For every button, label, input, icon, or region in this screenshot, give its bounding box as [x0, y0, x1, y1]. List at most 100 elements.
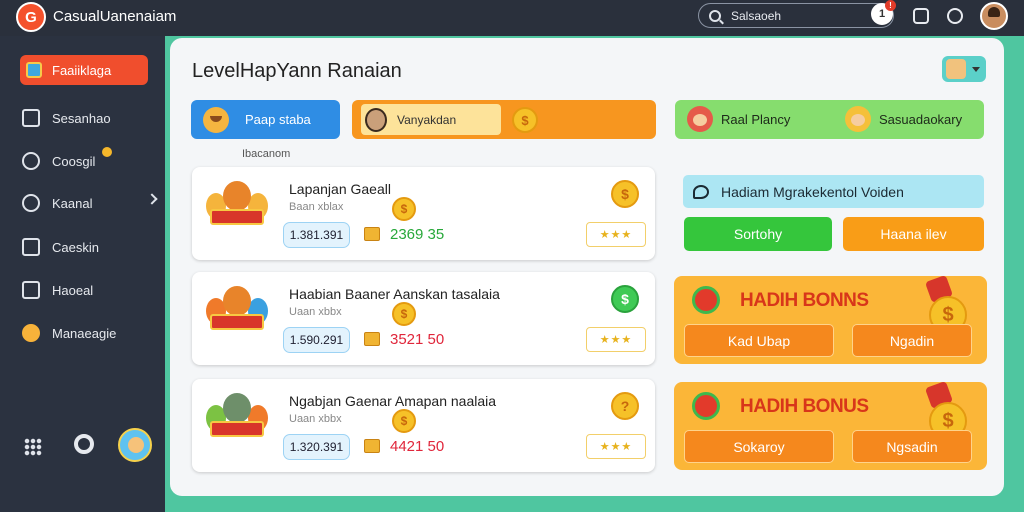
bonus-card[interactable]: HADIH BONUS $ Sokaroy Ngsadin: [674, 380, 987, 470]
coin-button[interactable]: $: [611, 285, 639, 313]
mascot-badge-icon: [206, 389, 268, 459]
sidebar-item-kaanal[interactable]: Kaanal: [22, 191, 162, 215]
bonus-next-button[interactable]: Ngadin: [852, 324, 972, 357]
new-badge: [102, 147, 112, 157]
card-value: 1.381.391: [283, 222, 350, 248]
coin-icon: $: [392, 409, 416, 433]
bonus-title: HADIH BONNS: [740, 290, 869, 311]
card-title: Ngabjan Gaenar Amapan naalaia: [289, 393, 497, 409]
player-name: Vanyakdan: [397, 112, 457, 127]
notification-badge: !: [885, 0, 896, 11]
friend-label: Raal Plancy: [721, 111, 791, 127]
sidebar-item-sesanhao[interactable]: Sesanhao: [22, 106, 162, 130]
edit-icon: [22, 238, 40, 256]
sort-button[interactable]: Sortohy: [684, 217, 832, 251]
coin-button[interactable]: $: [611, 180, 639, 208]
book-icon: [22, 109, 40, 127]
game-card[interactable]: Haabian Baaner Aanskan tasalaia Uaan xbb…: [192, 272, 655, 365]
game-card[interactable]: Lapanjan Gaeall Baan xblax 1.381.391 $ 2…: [192, 167, 655, 260]
sidebar-item-label: Faaiiklaga: [52, 62, 112, 78]
game-card[interactable]: Ngabjan Gaenar Amapan naalaia Uaan xbbx …: [192, 379, 655, 472]
sidebar-item-label: Haoeal: [52, 282, 94, 298]
star-rating: ★★★: [586, 434, 646, 459]
sidebar-item-manaeagie[interactable]: Manaeagie: [22, 321, 162, 345]
mascot-badge-icon: [206, 177, 268, 247]
account-dropdown[interactable]: [942, 56, 986, 82]
chest-icon: [364, 439, 380, 453]
help-coin-button[interactable]: ?: [611, 392, 639, 420]
friends-bar[interactable]: Raal Plancy Sasuadaokary: [675, 100, 984, 139]
chest-icon: [364, 332, 380, 346]
help-icon[interactable]: [947, 8, 963, 24]
sidebar-item-label: Coosgil: [52, 153, 96, 169]
notice-banner[interactable]: Hadiam Mgrakekentol Voiden: [683, 175, 984, 208]
bonus-next-button[interactable]: Ngsadin: [852, 430, 972, 463]
sidebar-item-label: Caeskin: [52, 239, 99, 255]
section-label: Ibacanom: [242, 148, 291, 160]
search-input[interactable]: Salsaoeh: [698, 3, 894, 28]
card-value: 1.590.291: [283, 327, 350, 353]
page-title: LevelHapYann Ranaian: [192, 60, 402, 82]
card-amount: 2369 35: [390, 226, 445, 243]
player-avatar: [365, 107, 387, 132]
character-icon: [687, 106, 713, 132]
card-value: 1.320.391: [283, 434, 350, 460]
coin-icon: [22, 324, 40, 342]
top-bar: G CasualUanenaiam Salsaoeh 1 !: [0, 0, 1024, 36]
friend-item[interactable]: Sasuadaokary: [845, 106, 962, 132]
bonus-icon: [692, 286, 720, 314]
card-title: Haabian Baaner Aanskan tasalaia: [289, 286, 500, 302]
user-avatar[interactable]: [980, 2, 1008, 30]
notification-button[interactable]: 1 !: [871, 0, 896, 25]
search-text: Salsaoeh: [731, 8, 782, 23]
coins-icon: [22, 152, 40, 170]
bonus-claim-button[interactable]: Kad Ubap: [684, 324, 834, 357]
coin-icon: $: [392, 197, 416, 221]
card-subtitle: Uaan xbbx: [289, 306, 342, 318]
coin-icon: $: [512, 107, 538, 133]
bonus-card[interactable]: HADIH BONNS $ Kad Ubap Ngadin: [674, 274, 987, 364]
chat-bubble-icon: [693, 184, 709, 199]
star-rating: ★★★: [586, 327, 646, 352]
card-amount: 3521 50: [390, 331, 445, 348]
sidebar-item-label: Kaanal: [52, 195, 93, 211]
card-subtitle: Uaan xbbx: [289, 413, 342, 425]
sidebar-item-faaiiklaga[interactable]: Faaiiklaga: [20, 55, 148, 85]
bonus-icon: [692, 392, 720, 420]
sidebar-item-haoeal[interactable]: Haoeal: [22, 278, 162, 302]
sidebar-item-coosgil[interactable]: Coosgil: [22, 147, 162, 173]
chevron-right-icon: [146, 193, 158, 205]
app-title: CasualUanenaiam: [53, 8, 177, 25]
bonus-claim-button[interactable]: Sokaroy: [684, 430, 834, 463]
game-icon: [26, 62, 42, 78]
friend-label: Sasuadaokary: [879, 111, 963, 127]
sidebar-item-label: Manaeagie: [52, 325, 117, 341]
player-chip[interactable]: Vanyakdan: [361, 104, 501, 135]
apps-grid-icon[interactable]: [24, 438, 42, 456]
settings-icon[interactable]: [74, 434, 94, 454]
notification-count: 1: [878, 8, 886, 20]
friend-item[interactable]: Raal Plancy: [687, 106, 790, 132]
search-icon: [709, 9, 721, 22]
smiley-icon: [845, 106, 871, 132]
card-subtitle: Baan xblax: [289, 201, 344, 213]
card-amount: 4421 50: [390, 438, 445, 455]
sidebar-item-label: Sesanhao: [52, 110, 111, 126]
document-icon: [22, 281, 40, 299]
mascot-badge-icon: [206, 282, 268, 352]
bonus-title: HADIH BONUS: [740, 396, 869, 417]
app-logo[interactable]: G: [16, 2, 46, 32]
profile-avatar[interactable]: [118, 428, 152, 462]
sidebar-item-caeskin[interactable]: Caeskin: [22, 235, 162, 259]
globe-icon: [22, 194, 40, 212]
filter-button[interactable]: Haana ilev: [843, 217, 984, 251]
star-rating: ★★★: [586, 222, 646, 247]
play-button[interactable]: Paap staba: [191, 100, 340, 139]
message-icon[interactable]: [913, 8, 929, 24]
player-bar[interactable]: Vanyakdan $: [352, 100, 656, 139]
chest-icon: [364, 227, 380, 241]
notice-text: Hadiam Mgrakekentol Voiden: [721, 183, 904, 200]
card-title: Lapanjan Gaeall: [289, 181, 391, 197]
mascot-icon: [203, 106, 229, 133]
coin-icon: $: [392, 302, 416, 326]
